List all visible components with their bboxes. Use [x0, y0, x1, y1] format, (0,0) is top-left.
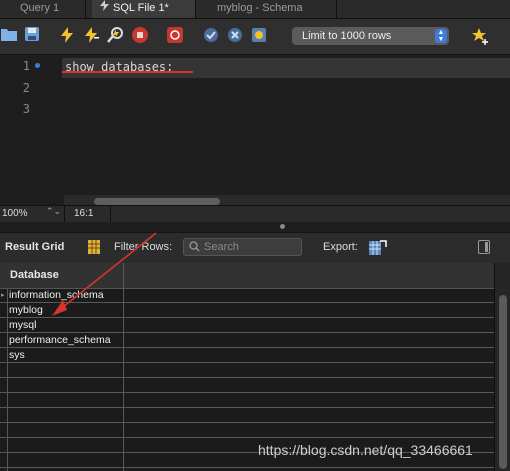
annotation-arrow [52, 232, 157, 316]
watermark: https://blog.csdn.net/qq_33466661 [258, 442, 473, 458]
